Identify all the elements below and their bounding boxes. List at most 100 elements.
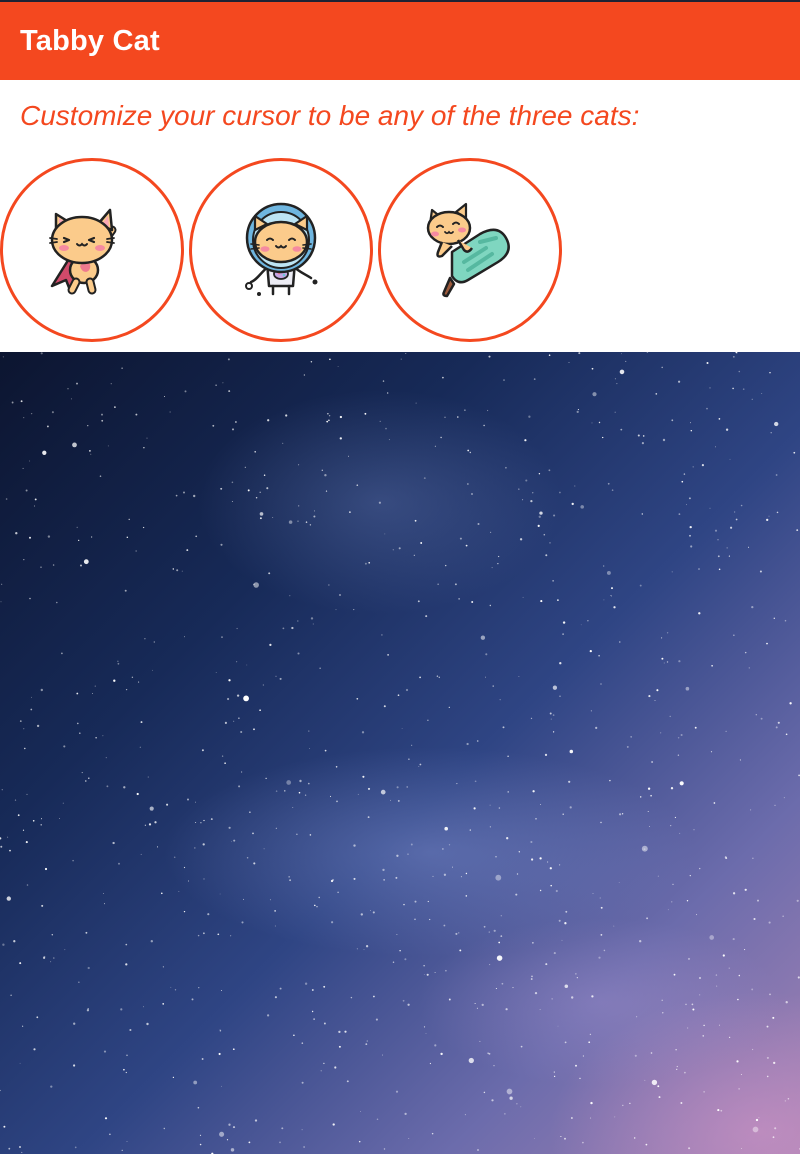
star: [319, 667, 321, 669]
star: [445, 969, 447, 972]
star: [236, 661, 238, 663]
star: [770, 431, 772, 434]
star: [107, 445, 109, 447]
star: [518, 675, 520, 677]
star: [729, 458, 731, 460]
star: [639, 584, 642, 587]
star: [646, 352, 649, 353]
star: [50, 1085, 53, 1088]
star: [552, 731, 555, 733]
star: [22, 467, 24, 469]
star: [349, 511, 351, 513]
star: [651, 1079, 658, 1086]
star: [232, 1048, 235, 1051]
star: [569, 806, 572, 809]
star: [373, 995, 375, 998]
cat-option-popsicle[interactable]: [378, 158, 562, 342]
star: [195, 535, 198, 538]
star: [415, 402, 417, 404]
star: [228, 1123, 231, 1126]
star: [689, 874, 691, 877]
star: [282, 442, 284, 444]
star: [474, 780, 477, 783]
star: [26, 884, 29, 886]
star: [153, 641, 155, 643]
star: [383, 879, 385, 881]
star: [518, 851, 520, 853]
star: [553, 952, 556, 955]
star: [170, 986, 172, 988]
star: [282, 627, 285, 630]
star: [140, 721, 143, 724]
cat-option-astronaut[interactable]: [189, 158, 373, 342]
star: [126, 1141, 128, 1142]
star: [459, 537, 462, 540]
star: [401, 728, 403, 729]
star: [784, 619, 787, 622]
star: [357, 793, 359, 795]
star: [118, 862, 120, 865]
star: [645, 1143, 648, 1146]
star: [201, 1058, 204, 1060]
star: [161, 892, 163, 895]
star: [580, 505, 584, 509]
star: [582, 1141, 584, 1144]
star: [676, 1065, 678, 1068]
star: [23, 558, 25, 561]
star: [221, 755, 224, 757]
star: [445, 564, 447, 567]
star: [703, 1091, 705, 1093]
star: [184, 636, 185, 638]
star: [423, 973, 425, 975]
star: [383, 705, 386, 708]
star: [363, 949, 365, 951]
star: [253, 582, 259, 588]
cat-option-superhero[interactable]: [0, 158, 184, 342]
star: [183, 910, 186, 913]
star: [375, 1018, 378, 1021]
star: [789, 702, 792, 705]
star: [571, 1117, 573, 1119]
star: [678, 380, 681, 383]
star: [555, 889, 558, 893]
star: [456, 783, 458, 785]
star: [539, 857, 542, 860]
star: [465, 895, 468, 897]
star: [400, 358, 402, 360]
star: [154, 821, 157, 824]
star: [481, 1003, 484, 1007]
star: [553, 1075, 556, 1078]
star: [699, 977, 701, 979]
star: [36, 724, 40, 728]
star: [427, 719, 429, 722]
starry-sky-background: [0, 352, 800, 1154]
star: [487, 409, 489, 412]
star: [419, 763, 422, 766]
star: [398, 547, 401, 550]
star: [656, 689, 659, 692]
star: [547, 861, 549, 863]
star: [323, 985, 326, 988]
star: [738, 974, 741, 977]
star: [87, 1007, 89, 1010]
star: [499, 699, 501, 701]
star: [766, 642, 768, 645]
star: [267, 419, 270, 422]
star: [657, 875, 659, 877]
star: [274, 910, 276, 912]
star: [311, 1010, 314, 1013]
star: [298, 505, 300, 507]
star: [334, 1066, 337, 1069]
star: [244, 466, 246, 468]
star: [40, 566, 42, 569]
star: [722, 954, 725, 957]
star: [772, 1016, 775, 1019]
star: [679, 781, 684, 786]
star: [291, 626, 294, 630]
star: [105, 757, 107, 759]
star: [313, 515, 316, 518]
star: [33, 505, 36, 507]
star: [316, 906, 318, 908]
star: [289, 879, 291, 882]
star: [533, 1137, 535, 1139]
